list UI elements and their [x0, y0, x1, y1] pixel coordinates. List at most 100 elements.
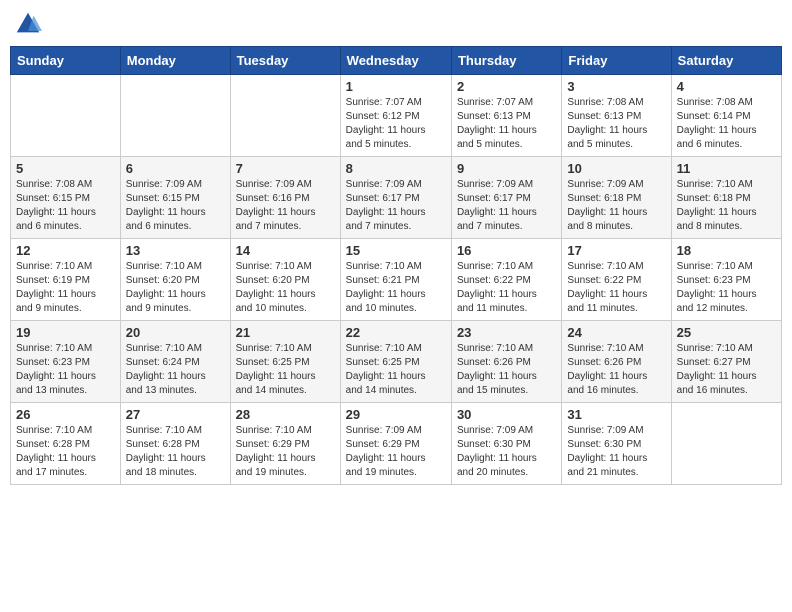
day-cell	[230, 75, 340, 157]
day-info: Sunrise: 7:10 AM Sunset: 6:26 PM Dayligh…	[457, 342, 556, 398]
day-cell: 1 Sunrise: 7:07 AM Sunset: 6:12 PM Daylig…	[340, 75, 451, 157]
day-cell: 20 Sunrise: 7:10 AM Sunset: 6:24 PM Dayli…	[120, 321, 230, 403]
day-info: Sunrise: 7:10 AM Sunset: 6:19 PM Dayligh…	[16, 260, 115, 316]
day-number: 9	[457, 161, 556, 176]
day-cell: 27 Sunrise: 7:10 AM Sunset: 6:28 PM Dayli…	[120, 403, 230, 485]
day-cell: 30 Sunrise: 7:09 AM Sunset: 6:30 PM Dayli…	[451, 403, 561, 485]
week-row-5: 26 Sunrise: 7:10 AM Sunset: 6:28 PM Dayli…	[11, 403, 782, 485]
day-info: Sunrise: 7:10 AM Sunset: 6:21 PM Dayligh…	[346, 260, 446, 316]
day-cell: 24 Sunrise: 7:10 AM Sunset: 6:26 PM Dayli…	[562, 321, 671, 403]
day-info: Sunrise: 7:09 AM Sunset: 6:30 PM Dayligh…	[567, 424, 665, 480]
day-cell: 3Sunrise: 7:08 AM Sunset: 6:13 PM Daylig…	[562, 75, 671, 157]
day-number: 2	[457, 79, 556, 94]
weekday-header-saturday: Saturday	[671, 47, 781, 75]
day-cell: 22 Sunrise: 7:10 AM Sunset: 6:25 PM Dayli…	[340, 321, 451, 403]
week-row-3: 12 Sunrise: 7:10 AM Sunset: 6:19 PM Dayli…	[11, 239, 782, 321]
day-info: Sunrise: 7:10 AM Sunset: 6:18 PM Dayligh…	[677, 178, 776, 234]
day-info: Sunrise: 7:10 AM Sunset: 6:25 PM Dayligh…	[236, 342, 335, 398]
day-cell: 19 Sunrise: 7:10 AM Sunset: 6:23 PM Dayli…	[11, 321, 121, 403]
day-cell: 6 Sunrise: 7:09 AM Sunset: 6:15 PM Daylig…	[120, 157, 230, 239]
day-info: Sunrise: 7:08 AM Sunset: 6:14 PM Dayligh…	[677, 96, 776, 152]
day-number: 29	[346, 407, 446, 422]
day-cell: 17Sunrise: 7:10 AM Sunset: 6:22 PM Dayli…	[562, 239, 671, 321]
day-number: 27	[126, 407, 225, 422]
day-number: 19	[16, 325, 115, 340]
day-number: 17	[567, 243, 665, 258]
day-number: 21	[236, 325, 335, 340]
day-number: 8	[346, 161, 446, 176]
day-cell	[671, 403, 781, 485]
logo-icon	[14, 10, 42, 38]
day-number: 6	[126, 161, 225, 176]
day-info: Sunrise: 7:10 AM Sunset: 6:25 PM Dayligh…	[346, 342, 446, 398]
day-info: Sunrise: 7:10 AM Sunset: 6:28 PM Dayligh…	[126, 424, 225, 480]
day-cell: 13Sunrise: 7:10 AM Sunset: 6:20 PM Dayli…	[120, 239, 230, 321]
day-number: 24	[567, 325, 665, 340]
day-info: Sunrise: 7:09 AM Sunset: 6:17 PM Dayligh…	[346, 178, 446, 234]
day-number: 20	[126, 325, 225, 340]
day-cell: 15Sunrise: 7:10 AM Sunset: 6:21 PM Dayli…	[340, 239, 451, 321]
day-cell: 5 Sunrise: 7:08 AM Sunset: 6:15 PM Daylig…	[11, 157, 121, 239]
day-info: Sunrise: 7:09 AM Sunset: 6:30 PM Dayligh…	[457, 424, 556, 480]
day-number: 1	[346, 79, 446, 94]
day-info: Sunrise: 7:09 AM Sunset: 6:18 PM Dayligh…	[567, 178, 665, 234]
weekday-header-monday: Monday	[120, 47, 230, 75]
day-info: Sunrise: 7:09 AM Sunset: 6:29 PM Dayligh…	[346, 424, 446, 480]
day-info: Sunrise: 7:08 AM Sunset: 6:15 PM Dayligh…	[16, 178, 115, 234]
day-number: 31	[567, 407, 665, 422]
day-cell: 16 Sunrise: 7:10 AM Sunset: 6:22 PM Dayli…	[451, 239, 561, 321]
day-info: Sunrise: 7:10 AM Sunset: 6:28 PM Dayligh…	[16, 424, 115, 480]
day-cell: 28 Sunrise: 7:10 AM Sunset: 6:29 PM Dayli…	[230, 403, 340, 485]
day-number: 5	[16, 161, 115, 176]
day-cell: 29 Sunrise: 7:09 AM Sunset: 6:29 PM Dayli…	[340, 403, 451, 485]
day-info: Sunrise: 7:09 AM Sunset: 6:17 PM Dayligh…	[457, 178, 556, 234]
day-cell: 25Sunrise: 7:10 AM Sunset: 6:27 PM Dayli…	[671, 321, 781, 403]
day-cell: 11 Sunrise: 7:10 AM Sunset: 6:18 PM Dayli…	[671, 157, 781, 239]
day-info: Sunrise: 7:10 AM Sunset: 6:27 PM Dayligh…	[677, 342, 776, 398]
day-info: Sunrise: 7:08 AM Sunset: 6:13 PM Dayligh…	[567, 96, 665, 152]
weekday-header-sunday: Sunday	[11, 47, 121, 75]
day-cell: 26 Sunrise: 7:10 AM Sunset: 6:28 PM Dayli…	[11, 403, 121, 485]
day-info: Sunrise: 7:07 AM Sunset: 6:12 PM Dayligh…	[346, 96, 446, 152]
day-cell: 7 Sunrise: 7:09 AM Sunset: 6:16 PM Daylig…	[230, 157, 340, 239]
day-cell: 18Sunrise: 7:10 AM Sunset: 6:23 PM Dayli…	[671, 239, 781, 321]
weekday-header-friday: Friday	[562, 47, 671, 75]
day-cell	[120, 75, 230, 157]
day-cell: 12 Sunrise: 7:10 AM Sunset: 6:19 PM Dayli…	[11, 239, 121, 321]
day-cell: 23Sunrise: 7:10 AM Sunset: 6:26 PM Dayli…	[451, 321, 561, 403]
day-number: 26	[16, 407, 115, 422]
logo	[14, 10, 46, 38]
day-number: 12	[16, 243, 115, 258]
day-info: Sunrise: 7:10 AM Sunset: 6:20 PM Dayligh…	[236, 260, 335, 316]
day-cell: 2 Sunrise: 7:07 AM Sunset: 6:13 PM Daylig…	[451, 75, 561, 157]
day-info: Sunrise: 7:09 AM Sunset: 6:16 PM Dayligh…	[236, 178, 335, 234]
week-row-4: 19 Sunrise: 7:10 AM Sunset: 6:23 PM Dayli…	[11, 321, 782, 403]
calendar-table: SundayMondayTuesdayWednesdayThursdayFrid…	[10, 46, 782, 485]
day-cell: 21 Sunrise: 7:10 AM Sunset: 6:25 PM Dayli…	[230, 321, 340, 403]
day-cell	[11, 75, 121, 157]
day-number: 14	[236, 243, 335, 258]
day-cell: 31 Sunrise: 7:09 AM Sunset: 6:30 PM Dayli…	[562, 403, 671, 485]
day-info: Sunrise: 7:09 AM Sunset: 6:15 PM Dayligh…	[126, 178, 225, 234]
day-number: 16	[457, 243, 556, 258]
day-cell: 14 Sunrise: 7:10 AM Sunset: 6:20 PM Dayli…	[230, 239, 340, 321]
day-number: 4	[677, 79, 776, 94]
week-row-1: 1 Sunrise: 7:07 AM Sunset: 6:12 PM Daylig…	[11, 75, 782, 157]
day-info: Sunrise: 7:07 AM Sunset: 6:13 PM Dayligh…	[457, 96, 556, 152]
day-info: Sunrise: 7:10 AM Sunset: 6:26 PM Dayligh…	[567, 342, 665, 398]
day-info: Sunrise: 7:10 AM Sunset: 6:29 PM Dayligh…	[236, 424, 335, 480]
day-number: 22	[346, 325, 446, 340]
day-info: Sunrise: 7:10 AM Sunset: 6:23 PM Dayligh…	[16, 342, 115, 398]
day-cell: 9 Sunrise: 7:09 AM Sunset: 6:17 PM Daylig…	[451, 157, 561, 239]
day-info: Sunrise: 7:10 AM Sunset: 6:22 PM Dayligh…	[457, 260, 556, 316]
day-number: 7	[236, 161, 335, 176]
page-header	[10, 10, 782, 38]
weekday-header-row: SundayMondayTuesdayWednesdayThursdayFrid…	[11, 47, 782, 75]
day-number: 30	[457, 407, 556, 422]
day-info: Sunrise: 7:10 AM Sunset: 6:24 PM Dayligh…	[126, 342, 225, 398]
weekday-header-wednesday: Wednesday	[340, 47, 451, 75]
day-cell: 8 Sunrise: 7:09 AM Sunset: 6:17 PM Daylig…	[340, 157, 451, 239]
day-number: 11	[677, 161, 776, 176]
day-cell: 4 Sunrise: 7:08 AM Sunset: 6:14 PM Daylig…	[671, 75, 781, 157]
day-number: 28	[236, 407, 335, 422]
